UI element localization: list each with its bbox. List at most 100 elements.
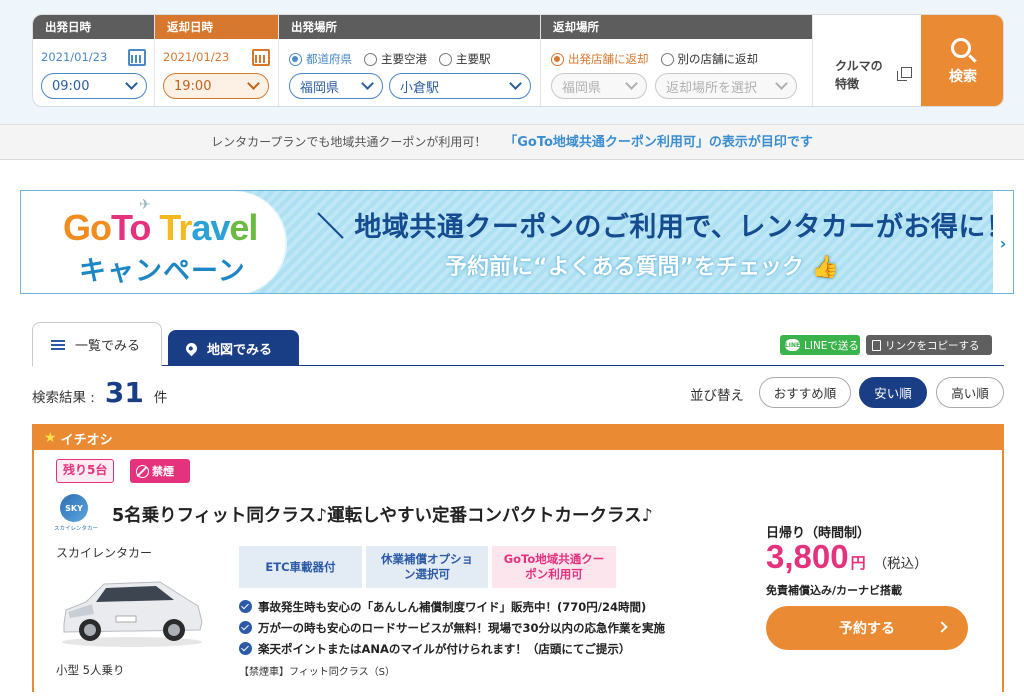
- chevron-right-icon: [936, 621, 948, 633]
- sky-rentacar-logo: SKY: [60, 494, 88, 522]
- radio-dot: [660, 52, 674, 66]
- departure-time: 09:00: [52, 78, 90, 94]
- chevron-right-icon[interactable]: ›: [993, 191, 1013, 293]
- dropoff-type-radios: 出発店舗に返却 別の店舗に返却: [551, 51, 758, 67]
- search-icon: [951, 37, 971, 58]
- tag-goto-coupon: GoTo地域共通クーポン利用可: [492, 546, 616, 588]
- line-icon: LINE: [785, 339, 800, 351]
- radio-dot: [551, 52, 564, 66]
- remaining-badge: 残り5台: [56, 459, 115, 483]
- chevron-down-icon: [361, 77, 374, 90]
- share-line-button[interactable]: LINE LINEで送る: [780, 335, 860, 355]
- reserve-button[interactable]: 予約する: [766, 606, 968, 650]
- dropoff-prefecture-select[interactable]: 福岡県: [551, 73, 647, 99]
- price-value: 3,800: [766, 538, 849, 575]
- tag-insurance: 休業補償オプション選択可: [366, 546, 488, 588]
- chevron-down-icon: [125, 77, 138, 90]
- search-area: 出発日時 2021/01/23 09:00 返却日時 2021/01/23 19…: [0, 0, 1024, 124]
- logo-wordmark: GoTo Travel: [63, 207, 258, 248]
- departure-date-field[interactable]: 2021/01/23: [41, 47, 146, 67]
- tab-underline: [162, 365, 1004, 366]
- sort-label: 並び替え: [690, 388, 744, 404]
- document-icon: [872, 339, 881, 351]
- return-date-field[interactable]: 2021/01/23: [163, 47, 270, 67]
- departure-header: 出発日時: [33, 15, 154, 39]
- radio-airport[interactable]: 主要空港: [364, 51, 427, 67]
- car-image: [62, 581, 203, 647]
- result-number: 31: [104, 376, 144, 409]
- chevron-down-icon: [625, 77, 638, 90]
- calendar-icon[interactable]: [252, 48, 270, 66]
- tab-list-view[interactable]: 一覧でみる: [32, 322, 162, 366]
- car-feature-label: クルマの 特徴: [835, 59, 883, 91]
- goto-travel-logo: ✈ GoTo Travel キャンペーン: [21, 191, 285, 293]
- sort-recommended-button[interactable]: おすすめ順: [759, 377, 851, 408]
- price-unit: 円: [850, 555, 866, 572]
- banner-subline: 予約前に“よくある質問”をチェック 👍: [445, 255, 839, 280]
- non-smoking-badge: 禁煙: [130, 459, 190, 483]
- logo-campaign: キャンペーン: [79, 256, 246, 287]
- chevron-down-icon: [775, 77, 788, 90]
- search-form: 出発日時 2021/01/23 09:00 返却日時 2021/01/23 19…: [32, 14, 1004, 107]
- feature-item: 楽天ポイントまたはANAのマイルが付けられます！（店頭にてご提示）: [239, 638, 665, 659]
- car-note: 【禁煙車】フィット同クラス（S）: [239, 667, 395, 678]
- star-icon: ★: [44, 430, 57, 446]
- dropoff-location: 返却場所 出発店舗に返却 別の店舗に返却 福岡県 返却場所を選択: [541, 15, 813, 106]
- chevron-down-icon: [509, 77, 522, 90]
- dropoff-header: 返却場所: [541, 15, 812, 39]
- radio-same-store[interactable]: 出発店舗に返却: [551, 51, 649, 67]
- price: 3,800 円 （税込）: [766, 538, 928, 576]
- pickup-station-select[interactable]: 小倉駅: [389, 73, 531, 99]
- car-feature-filter[interactable]: クルマの 特徴: [813, 15, 921, 106]
- pickup-type-radios: 都道府県 主要空港 主要駅: [289, 51, 491, 67]
- sort-cheapest-button[interactable]: 安い順: [859, 377, 927, 408]
- tag-etc: ETC車載器付: [239, 546, 362, 588]
- return-header: 返却日時: [155, 15, 278, 39]
- check-icon: [239, 642, 252, 655]
- search-button[interactable]: 検索: [921, 15, 1003, 106]
- departure-date: 2021/01/23: [41, 50, 108, 64]
- radio-prefecture[interactable]: 都道府県: [289, 51, 352, 67]
- result-count: 検索結果 : 31 件: [32, 376, 168, 409]
- goto-travel-banner[interactable]: ✈ GoTo Travel キャンペーン ＼ 地域共通クーポンのご利用で、レンタ…: [20, 190, 1014, 294]
- map-pin-icon: [183, 340, 200, 356]
- notice-highlight: 「GoTo地域共通クーポン利用可」の表示が目印です: [504, 135, 813, 150]
- rental-plan-card: ★ イチオシ 残り5台 禁煙 SKY スカイレンタカー 5名乗りフィット同クラス…: [32, 424, 1004, 692]
- calendar-icon[interactable]: [128, 48, 146, 66]
- departure-datetime: 出発日時 2021/01/23 09:00: [33, 15, 155, 106]
- chevron-down-icon: [247, 77, 260, 90]
- radio-other-store[interactable]: 別の店舗に返却: [660, 51, 758, 67]
- plan-title[interactable]: 5名乗りフィット同クラス♪運転しやすい定番コンパクトカークラス♪: [112, 502, 653, 527]
- radio-dot: [439, 52, 452, 66]
- return-datetime: 返却日時 2021/01/23 19:00: [155, 15, 279, 106]
- dropoff-location-select[interactable]: 返却場所を選択: [655, 73, 797, 99]
- check-icon: [239, 621, 252, 634]
- return-time: 19:00: [174, 78, 212, 94]
- coupon-notice: レンタカープランでも地域共通クーポンが利用可！ 「GoTo地域共通クーポン利用可…: [0, 124, 1024, 160]
- price-note: 免責補償込み/カーナビ搭載: [766, 584, 903, 597]
- radio-dot: [289, 52, 302, 66]
- feature-list: 事故発生時も安心の「あんしん補償制度ワイド」販売中！(770円/24時間) 万が…: [239, 596, 665, 659]
- banner-headline: ＼ 地域共通クーポンのご利用で、レンタカーがお得に！ ／: [317, 212, 1014, 243]
- tab-map-view[interactable]: 地図でみる: [168, 330, 299, 366]
- list-icon: [51, 339, 65, 350]
- logo-caption: スカイレンタカー: [54, 526, 99, 532]
- pickup-header: 出発場所: [279, 15, 540, 39]
- feature-item: 万が一の時も安心のロードサービスが無料！現場で30分以内の応急作業を実施: [239, 617, 665, 638]
- check-icon: [239, 600, 252, 613]
- company-name: スカイレンタカー: [56, 546, 153, 560]
- radio-station[interactable]: 主要駅: [439, 51, 491, 67]
- no-smoking-icon: [136, 464, 149, 478]
- pickup-location: 出発場所 都道府県 主要空港 主要駅 福岡県 小倉駅: [279, 15, 541, 106]
- popup-window-icon: [897, 67, 912, 81]
- notice-text: レンタカープランでも地域共通クーポンが利用可！: [211, 135, 487, 149]
- departure-time-select[interactable]: 09:00: [41, 73, 147, 99]
- return-time-select[interactable]: 19:00: [163, 73, 269, 99]
- sort-expensive-button[interactable]: 高い順: [936, 377, 1004, 408]
- pickup-prefecture-select[interactable]: 福岡県: [289, 73, 383, 99]
- featured-header: ★ イチオシ: [34, 426, 1002, 450]
- return-date: 2021/01/23: [163, 50, 230, 64]
- price-tax: （税込）: [873, 556, 928, 572]
- radio-dot: [364, 52, 377, 66]
- copy-link-button[interactable]: リンクをコピーする: [866, 335, 992, 355]
